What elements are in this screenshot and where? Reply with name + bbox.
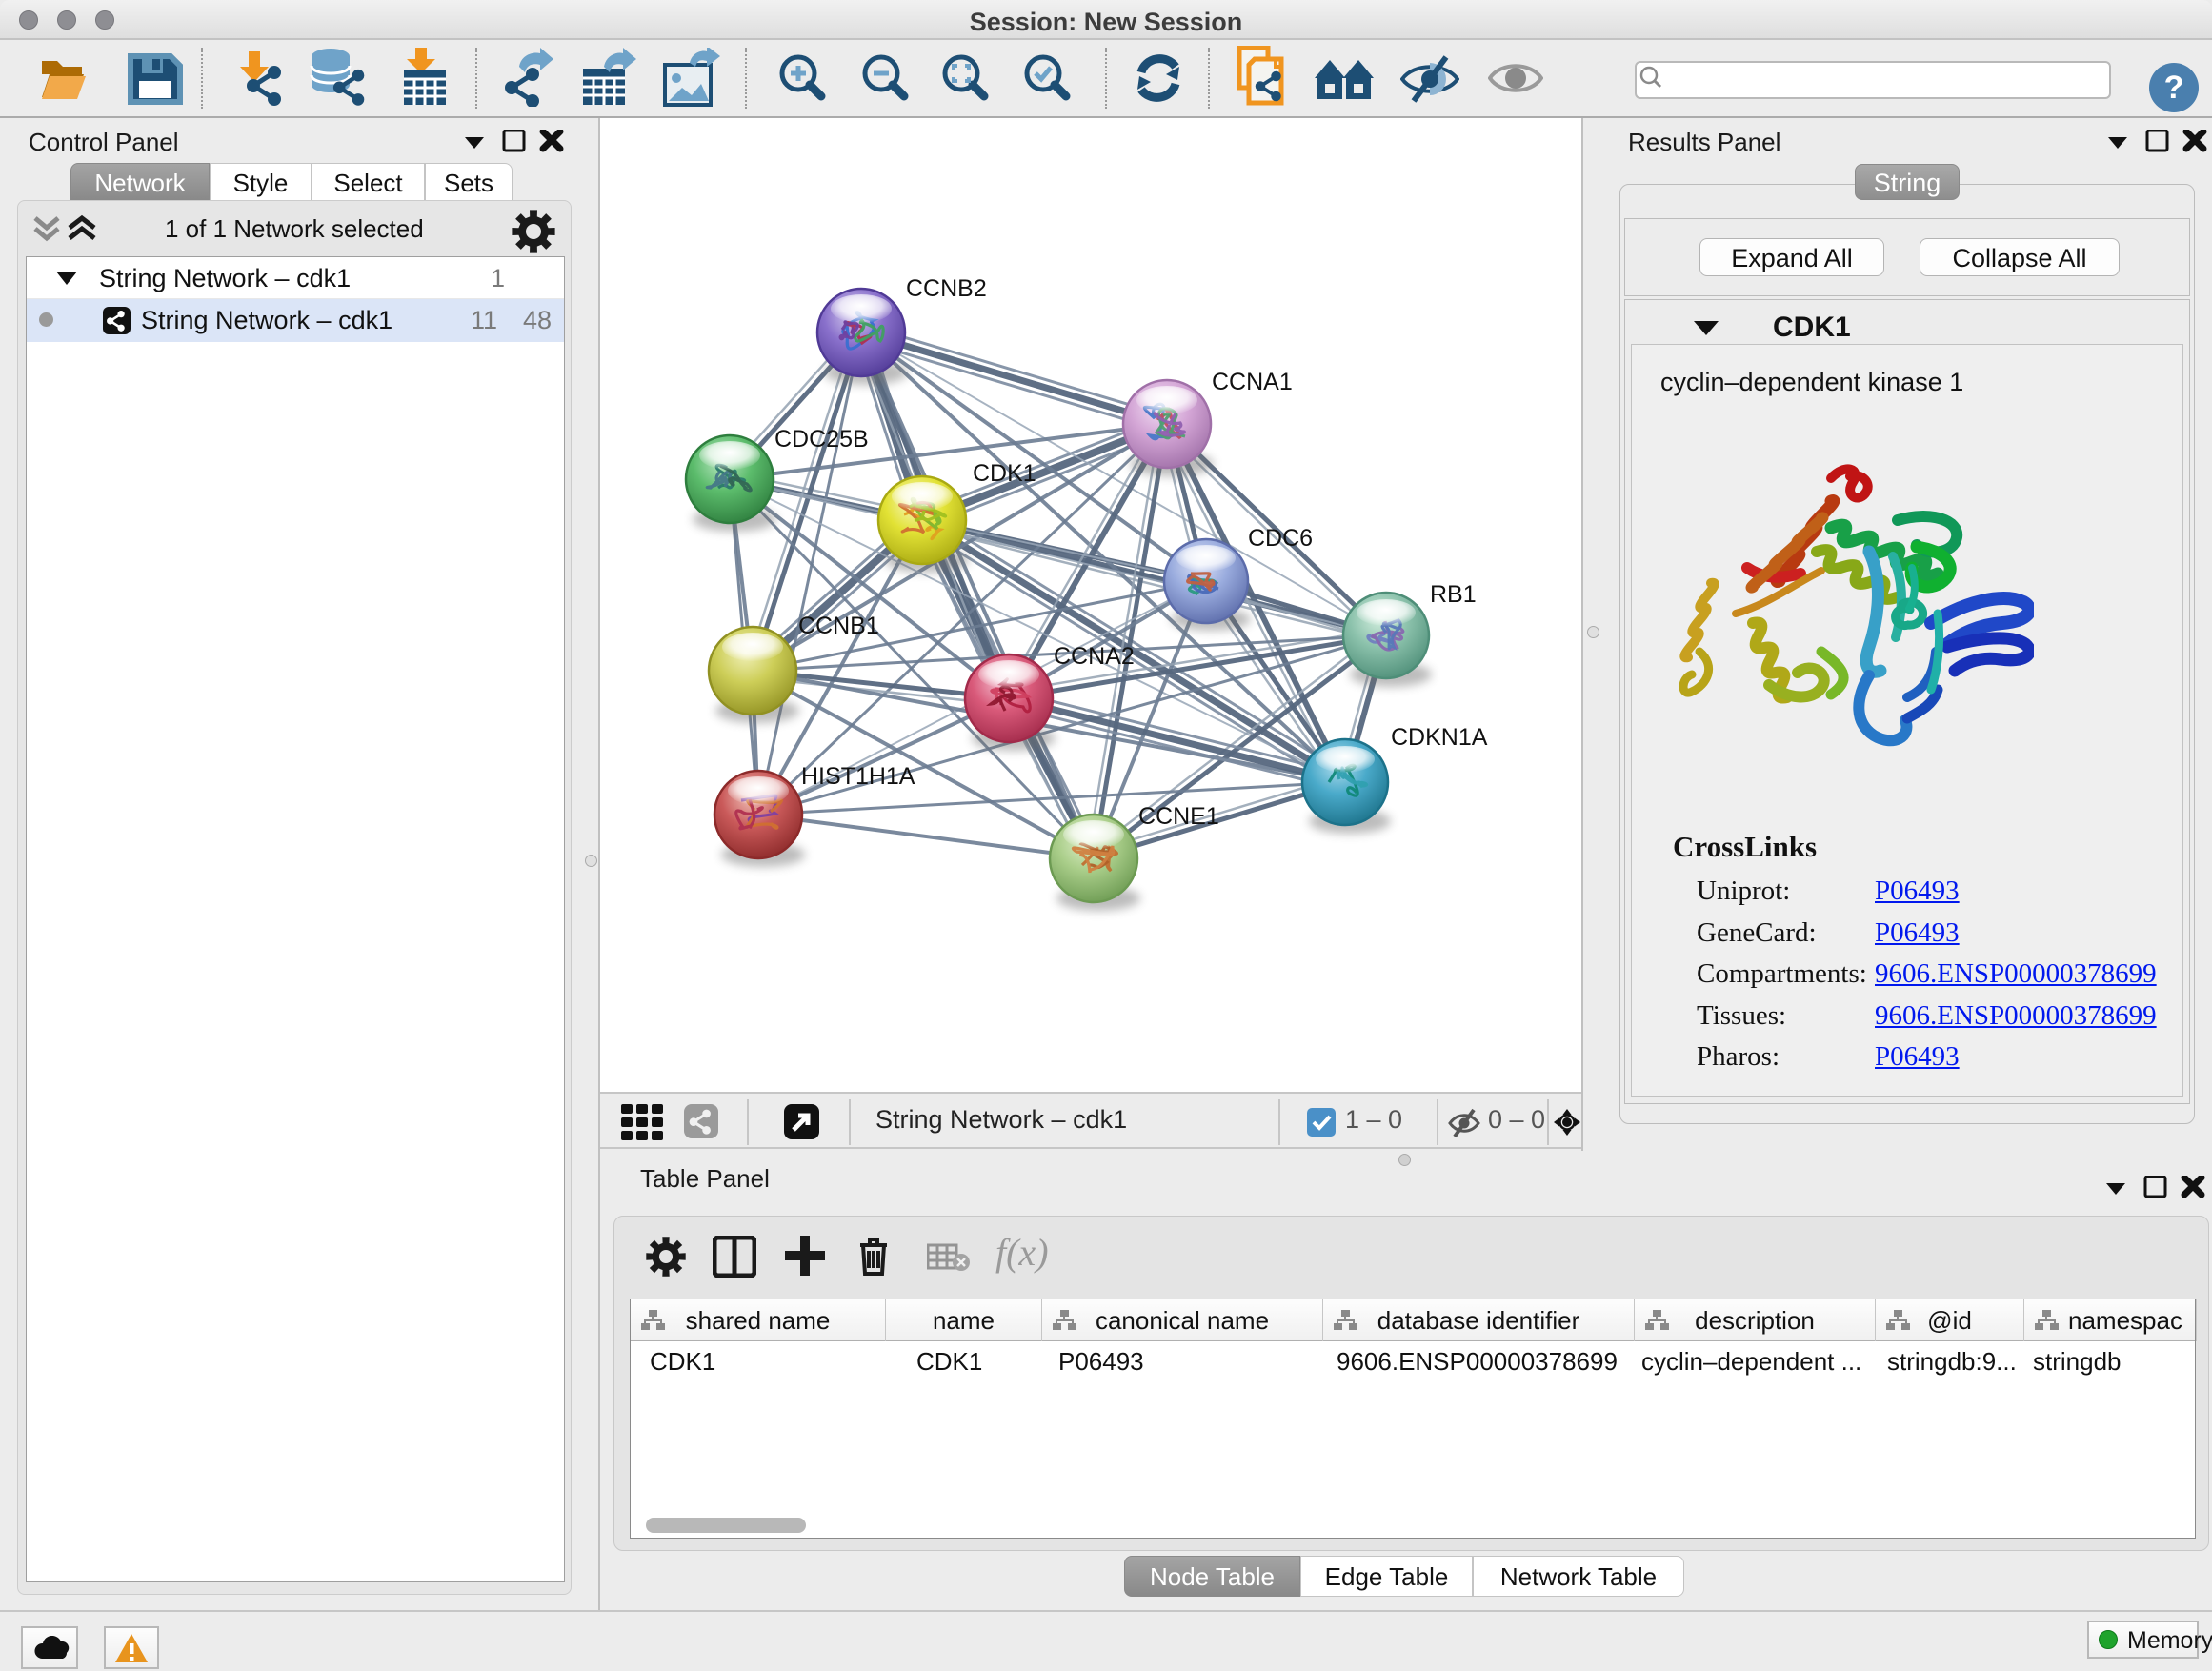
svg-text:CDC6: CDC6 [1248, 525, 1313, 552]
svg-text:CDKN1A: CDKN1A [1391, 724, 1488, 751]
svg-text:CCNB2: CCNB2 [906, 275, 987, 302]
svg-text:CCNB1: CCNB1 [798, 613, 879, 639]
svg-text:CDK1: CDK1 [973, 460, 1036, 487]
svg-text:CCNA1: CCNA1 [1212, 369, 1293, 395]
svg-text:CDC25B: CDC25B [774, 426, 869, 453]
svg-text:CCNE1: CCNE1 [1138, 803, 1219, 830]
svg-text:RB1: RB1 [1430, 581, 1477, 608]
svg-text:CCNA2: CCNA2 [1054, 643, 1135, 670]
svg-text:HIST1H1A: HIST1H1A [801, 763, 915, 790]
